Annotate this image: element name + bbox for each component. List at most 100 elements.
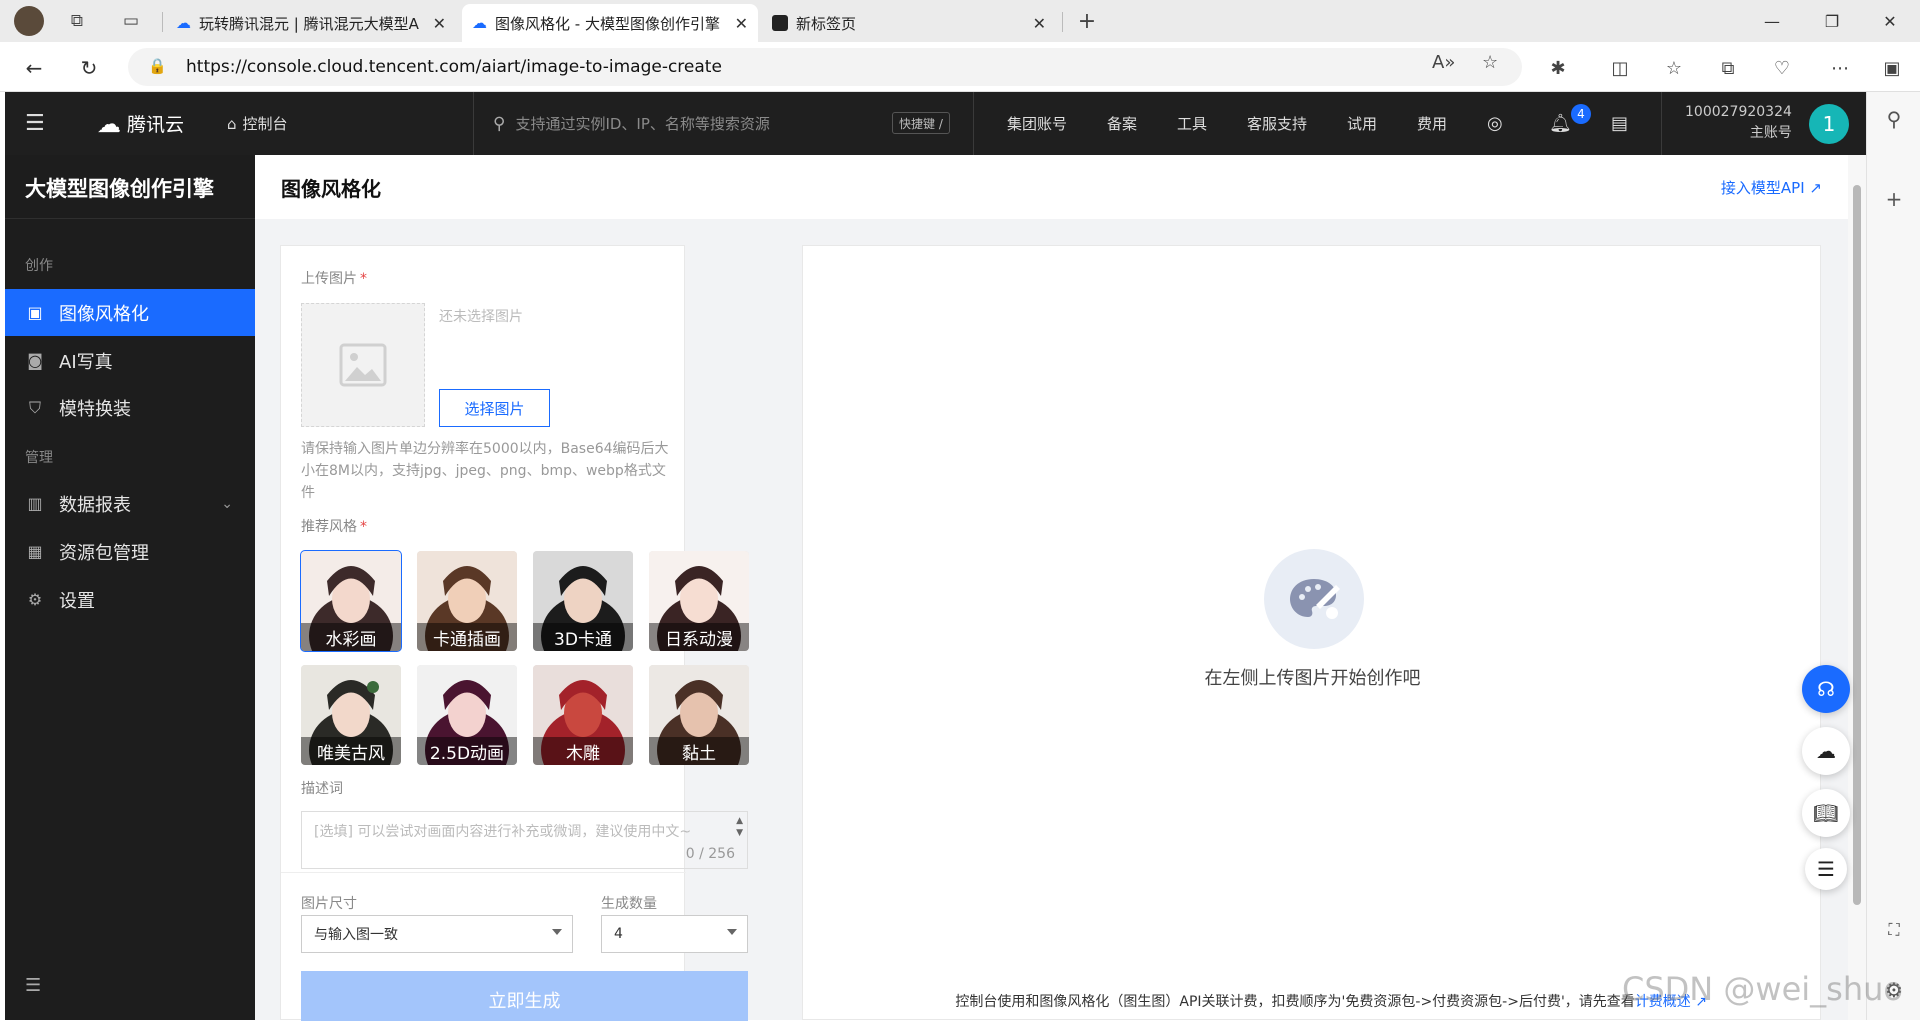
cart-icon[interactable]: ▤	[1611, 92, 1628, 155]
nav-tools[interactable]: 工具	[1177, 92, 1207, 155]
style-anime[interactable]: 日系动漫	[649, 551, 749, 651]
style-watercolor[interactable]: 水彩画	[300, 550, 402, 652]
style-ancient[interactable]: 唯美古风	[301, 665, 401, 765]
style-2-5d[interactable]: 2.5D动画	[417, 665, 517, 765]
choose-image-button[interactable]: 选择图片	[439, 389, 550, 427]
shirt-icon: ⛉	[28, 397, 41, 417]
newtab-icon	[772, 15, 788, 31]
tab-image-style[interactable]: ☁ 图像风格化 - 大模型图像创作引擎 ✕	[462, 4, 758, 42]
style-label-text: 黏土	[649, 737, 749, 765]
refresh-icon[interactable]: ↻	[75, 54, 103, 82]
style-3d-cartoon[interactable]: 3D卡通	[533, 551, 633, 651]
tab-title: 玩转腾讯混元 | 腾讯混元大模型AI	[199, 14, 419, 33]
sidebar-item-image-style[interactable]: ▣ 图像风格化	[5, 289, 255, 336]
screenshot-icon[interactable]: ⛶	[1881, 917, 1907, 943]
new-tab-icon[interactable]: +	[1074, 8, 1100, 34]
size-select[interactable]: 与输入图一致	[301, 915, 573, 953]
more-icon[interactable]: ⋯	[1826, 54, 1854, 82]
minimize-icon[interactable]: —	[1752, 6, 1792, 36]
count-value: 4	[614, 926, 623, 942]
split-screen-icon[interactable]: ◫	[1606, 54, 1634, 82]
assistant-icon[interactable]: ◎	[1487, 92, 1503, 155]
account-type: 主账号	[1749, 125, 1792, 141]
footnote-text: 控制台使用和图像风格化（图生图）API关联计费，扣费顺序为'免费资源包->付费资…	[955, 994, 1635, 1010]
sidebar-item-ai-portrait[interactable]: ◙ AI写真	[5, 337, 255, 384]
account-id: 100027920324	[1685, 104, 1792, 120]
lock-icon: 🔒	[148, 57, 167, 75]
nav-billing[interactable]: 费用	[1417, 92, 1447, 155]
desc-textarea[interactable]: [选填] 可以尝试对画面内容进行补充或微调，建议使用中文~ 0 / 256 ▲ ▼	[301, 811, 748, 869]
caret-down-icon	[727, 929, 737, 935]
docs-book-icon[interactable]: 📖︎	[1802, 789, 1850, 837]
style-cartoon[interactable]: 卡通插画	[417, 551, 517, 651]
page-scrollbar[interactable]	[1848, 155, 1866, 1020]
style-label-text: 日系动漫	[649, 623, 749, 651]
collapse-sidebar-icon[interactable]: ☰	[25, 975, 41, 996]
avatar[interactable]: 1	[1809, 104, 1849, 144]
extensions-icon[interactable]: ✱	[1544, 54, 1572, 82]
profile-avatar[interactable]	[14, 6, 44, 36]
edge-side-panel: ⚲ + ⛶ ⚙	[1866, 92, 1920, 1020]
resource-search[interactable]: ⚲ 支持通过实例ID、IP、名称等搜索资源	[493, 92, 770, 155]
brand-logo[interactable]: ☁ 腾讯云	[97, 92, 184, 155]
back-icon[interactable]: ←	[20, 54, 48, 82]
workspaces-icon[interactable]: ⧉	[64, 8, 90, 34]
textarea-scroll-arrows[interactable]: ▲ ▼	[736, 815, 743, 839]
nav-support[interactable]: 客服支持	[1247, 92, 1307, 155]
image-placeholder-icon	[339, 343, 387, 387]
list-menu-icon[interactable]: ☰	[1805, 848, 1847, 890]
style-label-text: 卡通插画	[417, 623, 517, 651]
close-icon[interactable]: ✕	[433, 14, 446, 33]
bar-chart-icon: ▥	[27, 494, 43, 513]
account-info[interactable]: 100027920324 主账号	[1685, 102, 1792, 144]
customer-service-icon[interactable]: ☊	[1802, 665, 1850, 713]
upload-hint: 请保持输入图片单边分辨率在5000以内，Base64编码后大小在8M以内，支持j…	[301, 441, 669, 501]
search-icon[interactable]: ⚲	[1881, 106, 1907, 132]
search-icon: ⚲	[493, 113, 506, 134]
window-close-icon[interactable]: ✕	[1870, 6, 1910, 36]
nav-trial[interactable]: 试用	[1347, 92, 1377, 155]
sidebar-item-reports[interactable]: ▥ 数据报表 ⌄	[5, 480, 255, 527]
console-home-link[interactable]: ⌂ 控制台	[227, 92, 288, 155]
favorites-icon[interactable]: ☆	[1660, 54, 1688, 82]
add-icon[interactable]: +	[1881, 186, 1907, 212]
sidebar-group-manage: 管理	[25, 450, 53, 466]
collections-icon[interactable]: ⧉	[1714, 54, 1742, 82]
close-icon[interactable]: ✕	[735, 14, 748, 33]
style-wood-carving[interactable]: 木雕	[533, 665, 633, 765]
sidebar-item-outfit-swap[interactable]: ⛉ 模特换装	[5, 384, 255, 431]
image-icon: ▣	[27, 303, 43, 322]
sidebar-item-resource-packs[interactable]: ▦ 资源包管理	[5, 528, 255, 575]
tab-hunyuan[interactable]: ☁ 玩转腾讯混元 | 腾讯混元大模型AI ✕	[166, 4, 456, 42]
browser-essentials-icon[interactable]: ♡	[1768, 54, 1796, 82]
favorite-star-icon[interactable]: ☆	[1482, 52, 1498, 73]
bell-icon[interactable]: 🔔︎	[1549, 92, 1572, 155]
upload-dropzone[interactable]	[301, 303, 425, 427]
generate-button[interactable]: 立即生成	[301, 971, 748, 1021]
sidebar-item-settings[interactable]: ⚙ 设置	[5, 576, 255, 623]
style-label: 推荐风格 *	[301, 519, 367, 535]
menu-icon[interactable]: ☰	[25, 92, 45, 155]
read-aloud-icon[interactable]: A»	[1432, 52, 1455, 73]
size-label: 图片尺寸	[301, 896, 357, 912]
sidebar-toggle-icon[interactable]: ▣	[1878, 54, 1906, 82]
external-link-icon: ↗	[1809, 179, 1822, 197]
api-link-label: 接入模型API	[1720, 179, 1805, 197]
tab-actions-icon[interactable]: ▭	[118, 8, 144, 34]
search-placeholder: 支持通过实例ID、IP、名称等搜索资源	[515, 115, 770, 133]
no-image-text: 还未选择图片	[439, 309, 523, 325]
url-input[interactable]: 🔒 https://console.cloud.tencent.com/aiar…	[128, 48, 1522, 86]
count-select[interactable]: 4	[601, 915, 748, 953]
sidebar-item-label: 图像风格化	[59, 303, 149, 325]
page-title: 图像风格化	[281, 177, 381, 201]
cloud-icon: ☁	[176, 14, 191, 32]
close-icon[interactable]: ✕	[1033, 14, 1046, 33]
cloud-assistant-icon[interactable]: ☁	[1802, 727, 1850, 775]
nav-filing[interactable]: 备案	[1107, 92, 1137, 155]
brand-name: 腾讯云	[127, 114, 185, 136]
restore-icon[interactable]: ❐	[1812, 6, 1852, 36]
api-link[interactable]: 接入模型API ↗	[1721, 177, 1822, 198]
style-clay[interactable]: 黏土	[649, 665, 749, 765]
tab-new[interactable]: 新标签页 ✕	[762, 4, 1056, 42]
nav-group-account[interactable]: 集团账号	[1007, 92, 1067, 155]
